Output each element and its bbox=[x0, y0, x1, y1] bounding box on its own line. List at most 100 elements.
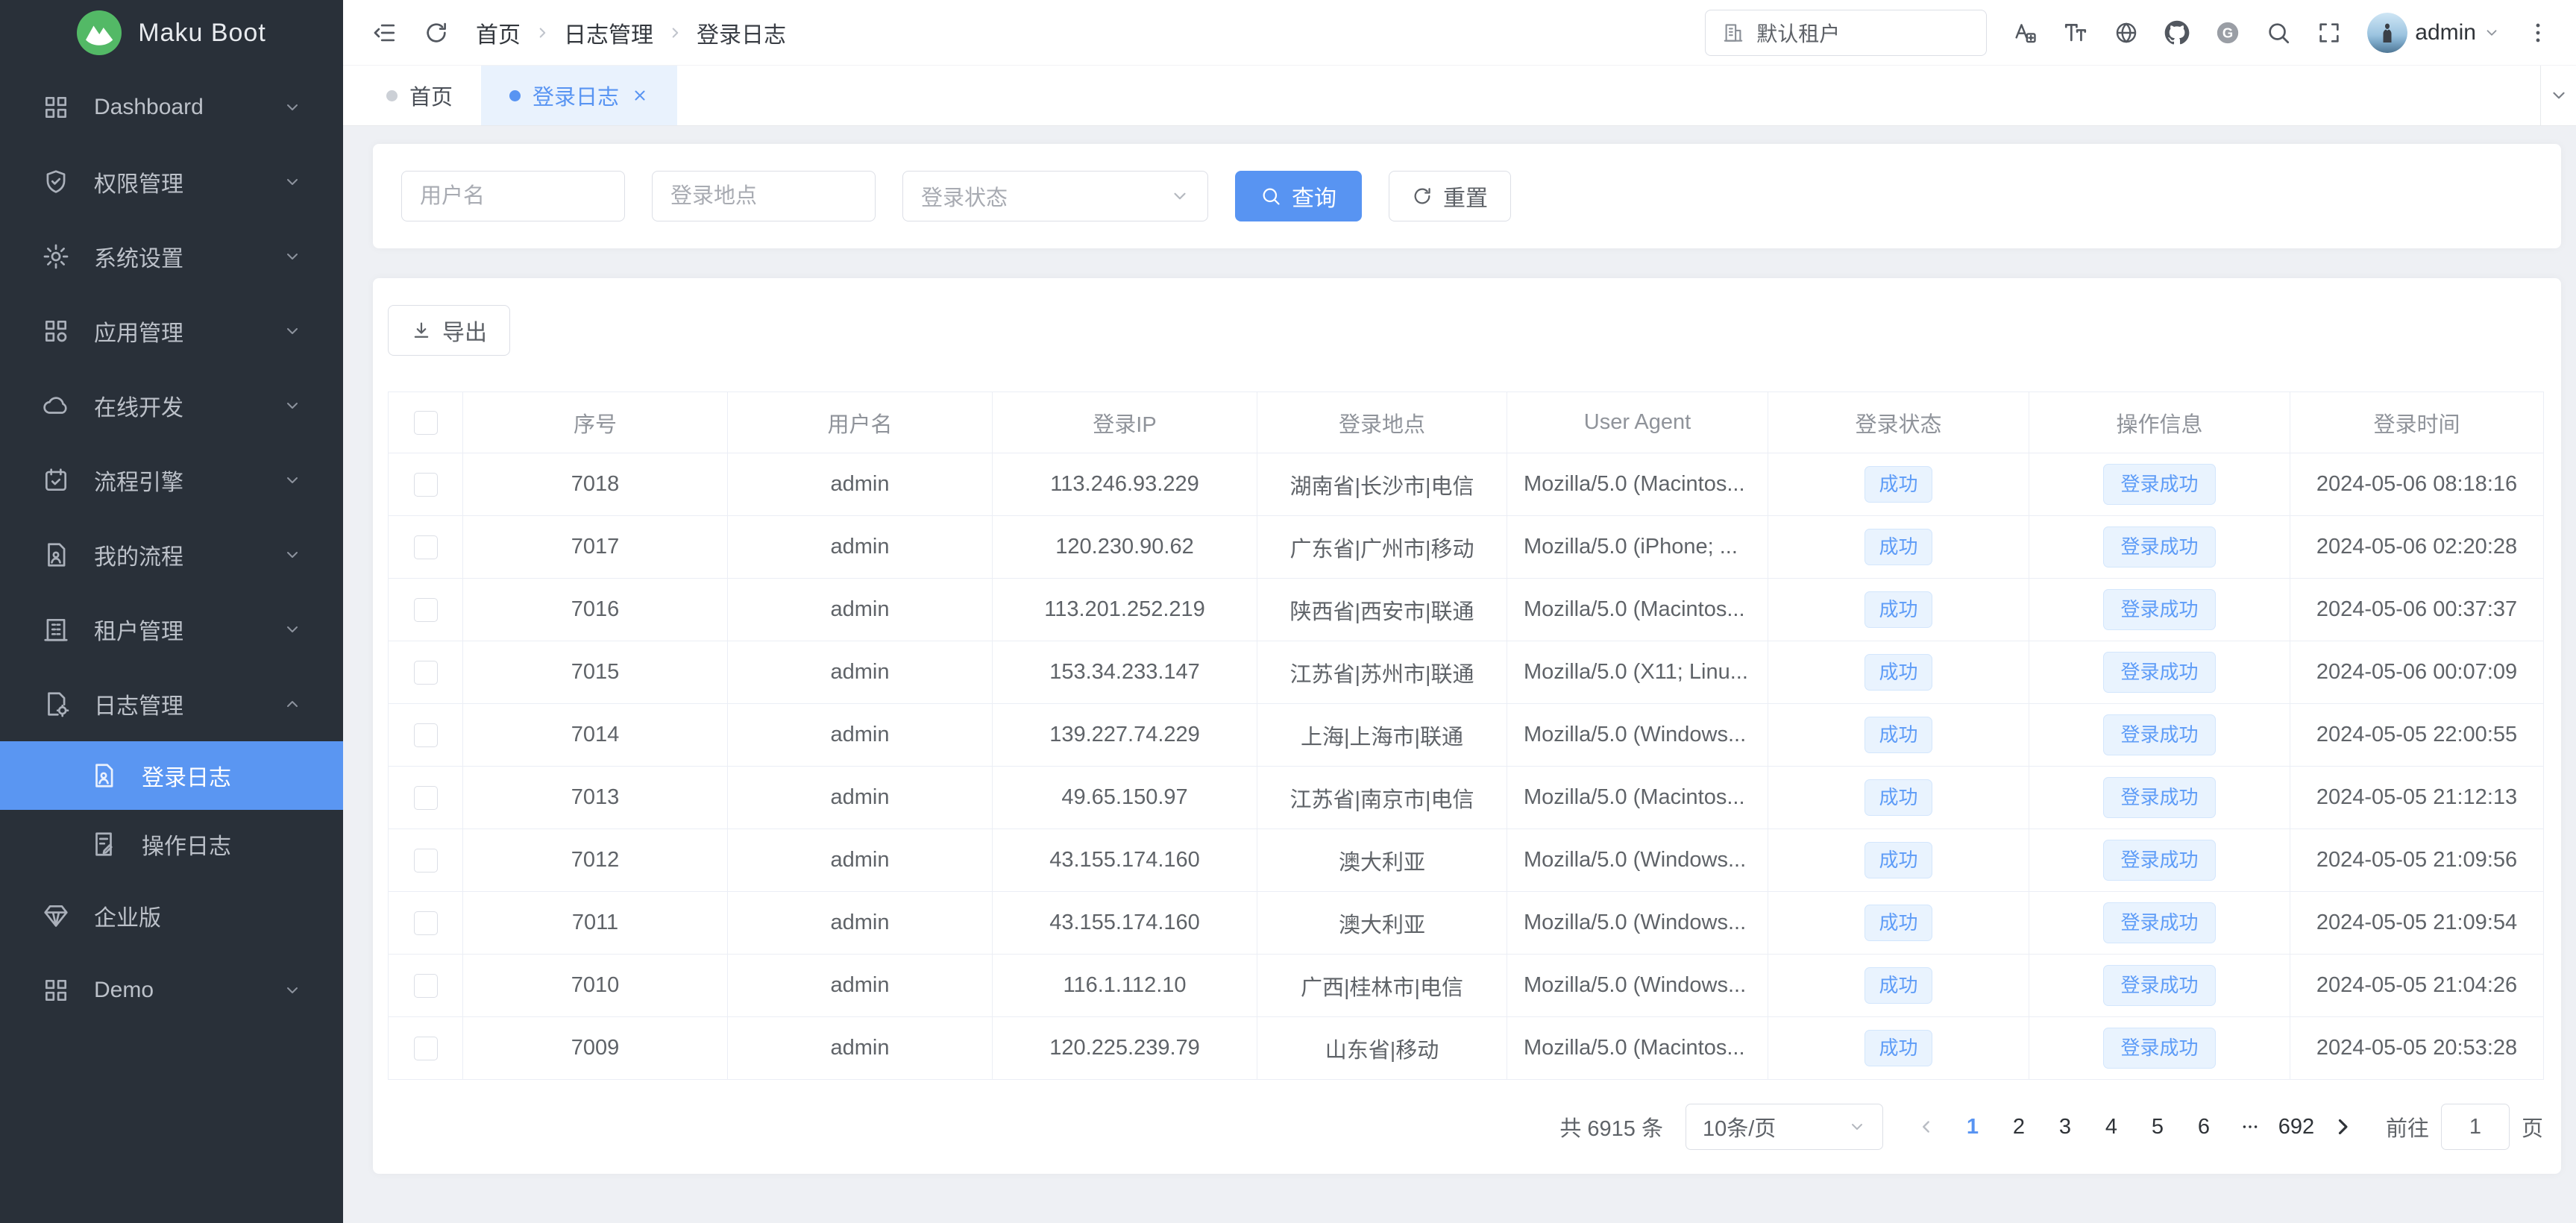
tab-login-log[interactable]: 登录日志 bbox=[481, 66, 677, 125]
row-checkbox[interactable] bbox=[414, 974, 438, 998]
arrow-left-icon bbox=[1917, 1117, 1936, 1136]
row-checkbox[interactable] bbox=[414, 473, 438, 497]
login-location-field[interactable] bbox=[652, 171, 876, 221]
sidebar-item-label: 租户管理 bbox=[94, 613, 183, 646]
gitee-button[interactable] bbox=[2215, 20, 2240, 45]
sidebar-item-system-settings[interactable]: 系统设置 bbox=[0, 219, 343, 294]
operation-badge[interactable]: 登录成功 bbox=[2103, 965, 2215, 1007]
cell-serial-no: 7012 bbox=[463, 829, 728, 892]
cell-login-time: 2024-05-05 21:09:56 bbox=[2290, 829, 2544, 892]
font-size-button[interactable] bbox=[2063, 20, 2088, 45]
breadcrumb-log-management[interactable]: 日志管理 bbox=[564, 16, 653, 49]
cell-login-location: 上海|上海市|联通 bbox=[1257, 704, 1507, 767]
row-checkbox[interactable] bbox=[414, 786, 438, 810]
refresh-button[interactable] bbox=[424, 20, 449, 45]
cell-serial-no: 7010 bbox=[463, 955, 728, 1017]
collapse-sidebar-button[interactable] bbox=[371, 20, 397, 45]
app-root: Maku Boot Dashboard 权限管理 系统设置 应用管理 在线开发 … bbox=[0, 0, 2576, 1223]
page-size-select[interactable]: 10条/页 bbox=[1686, 1104, 1883, 1150]
sidebar-item-my-workflow[interactable]: 我的流程 bbox=[0, 518, 343, 592]
reset-button-label: 重置 bbox=[1443, 180, 1488, 213]
select-all-checkbox[interactable] bbox=[414, 411, 438, 435]
close-icon[interactable] bbox=[631, 87, 649, 104]
cell-login-time: 2024-05-06 02:20:28 bbox=[2290, 516, 2544, 579]
cell-login-location: 江苏省|南京市|电信 bbox=[1257, 767, 1507, 829]
tab-home[interactable]: 首页 bbox=[358, 66, 481, 125]
cloud-icon bbox=[42, 392, 70, 420]
row-checkbox[interactable] bbox=[414, 535, 438, 559]
translate-button[interactable] bbox=[2012, 20, 2038, 45]
login-status-select[interactable]: 登录状态 bbox=[902, 171, 1208, 221]
username-field[interactable] bbox=[401, 171, 625, 221]
cell-serial-no: 7013 bbox=[463, 767, 728, 829]
sidebar: Maku Boot Dashboard 权限管理 系统设置 应用管理 在线开发 … bbox=[0, 0, 343, 1223]
refresh-icon bbox=[1412, 186, 1433, 207]
cell-serial-no: 7011 bbox=[463, 892, 728, 955]
cell-login-location: 广西|桂林市|电信 bbox=[1257, 955, 1507, 1017]
sidebar-item-operation-log[interactable]: 操作日志 bbox=[0, 810, 343, 878]
sidebar-item-enterprise[interactable]: 企业版 bbox=[0, 878, 343, 953]
prev-page-button[interactable] bbox=[1907, 1104, 1946, 1150]
page-button-4[interactable]: 4 bbox=[2092, 1104, 2131, 1150]
operation-badge[interactable]: 登录成功 bbox=[2103, 1028, 2215, 1069]
export-button[interactable]: 导出 bbox=[388, 305, 510, 356]
operation-badge[interactable]: 登录成功 bbox=[2103, 589, 2215, 631]
row-checkbox[interactable] bbox=[414, 1037, 438, 1060]
operation-badge[interactable]: 登录成功 bbox=[2103, 902, 2215, 944]
operation-badge[interactable]: 登录成功 bbox=[2103, 526, 2215, 568]
sidebar-item-online-dev[interactable]: 在线开发 bbox=[0, 368, 343, 443]
row-checkbox-cell bbox=[389, 829, 463, 892]
table-row: 7013 admin 49.65.150.97 江苏省|南京市|电信 Mozil… bbox=[389, 767, 2544, 829]
page-button-5[interactable]: 5 bbox=[2138, 1104, 2177, 1150]
cell-username: admin bbox=[728, 579, 993, 641]
sidebar-item-workflow-engine[interactable]: 流程引擎 bbox=[0, 443, 343, 518]
next-page-button[interactable] bbox=[2323, 1104, 2362, 1150]
row-checkbox[interactable] bbox=[414, 598, 438, 622]
page-button-3[interactable]: 3 bbox=[2046, 1104, 2085, 1150]
page-button-last[interactable]: 692 bbox=[2277, 1104, 2316, 1150]
search-button[interactable] bbox=[2266, 20, 2291, 45]
row-checkbox[interactable] bbox=[414, 849, 438, 873]
fullscreen-button[interactable] bbox=[2316, 20, 2342, 45]
sidebar-menu: Dashboard 权限管理 系统设置 应用管理 在线开发 流程引擎 我的流程 … bbox=[0, 66, 343, 1223]
row-checkbox[interactable] bbox=[414, 911, 438, 935]
page-button-2[interactable]: 2 bbox=[1999, 1104, 2038, 1150]
breadcrumb-separator-icon bbox=[667, 25, 683, 41]
more-pages-button[interactable] bbox=[2231, 1104, 2269, 1150]
cell-operation-info: 登录成功 bbox=[2029, 453, 2290, 516]
sidebar-item-app-management[interactable]: 应用管理 bbox=[0, 294, 343, 368]
breadcrumb-home[interactable]: 首页 bbox=[476, 16, 521, 49]
table-row: 7011 admin 43.155.174.160 澳大利亚 Mozilla/5… bbox=[389, 892, 2544, 955]
sidebar-item-login-log[interactable]: 登录日志 bbox=[0, 741, 343, 810]
row-checkbox[interactable] bbox=[414, 661, 438, 685]
tenant-select[interactable]: 默认租户 bbox=[1705, 10, 1987, 56]
user-menu[interactable]: admin bbox=[2367, 13, 2500, 53]
login-status-placeholder: 登录状态 bbox=[921, 180, 1008, 212]
operation-badge[interactable]: 登录成功 bbox=[2103, 714, 2215, 756]
sidebar-item-dashboard[interactable]: Dashboard bbox=[0, 70, 343, 145]
page-button-6[interactable]: 6 bbox=[2184, 1104, 2223, 1150]
github-button[interactable] bbox=[2164, 20, 2190, 45]
operation-badge[interactable]: 登录成功 bbox=[2103, 652, 2215, 694]
tabs-options-button[interactable] bbox=[2540, 66, 2576, 125]
operation-badge[interactable]: 登录成功 bbox=[2103, 464, 2215, 506]
sidebar-item-demo[interactable]: Demo bbox=[0, 953, 343, 1028]
language-globe-button[interactable] bbox=[2114, 20, 2139, 45]
query-button[interactable]: 查询 bbox=[1235, 171, 1362, 221]
page-button-1[interactable]: 1 bbox=[1953, 1104, 1992, 1150]
export-button-label: 导出 bbox=[442, 314, 487, 347]
cell-login-status: 成功 bbox=[1768, 641, 2029, 704]
sidebar-item-tenant-management[interactable]: 租户管理 bbox=[0, 592, 343, 667]
sidebar-item-label: 权限管理 bbox=[94, 166, 183, 198]
settings-kebab-button[interactable] bbox=[2525, 20, 2551, 45]
cell-user-agent: Mozilla/5.0 (Macintos... bbox=[1507, 767, 1768, 829]
goto-page-input[interactable] bbox=[2441, 1104, 2510, 1150]
row-checkbox[interactable] bbox=[414, 723, 438, 747]
reset-button[interactable]: 重置 bbox=[1389, 171, 1511, 221]
operation-badge[interactable]: 登录成功 bbox=[2103, 777, 2215, 819]
chevron-down-icon bbox=[283, 322, 301, 340]
sidebar-item-permissions[interactable]: 权限管理 bbox=[0, 145, 343, 219]
sidebar-item-log-management[interactable]: 日志管理 bbox=[0, 667, 343, 741]
operation-badge[interactable]: 登录成功 bbox=[2103, 840, 2215, 881]
cell-login-location: 澳大利亚 bbox=[1257, 829, 1507, 892]
